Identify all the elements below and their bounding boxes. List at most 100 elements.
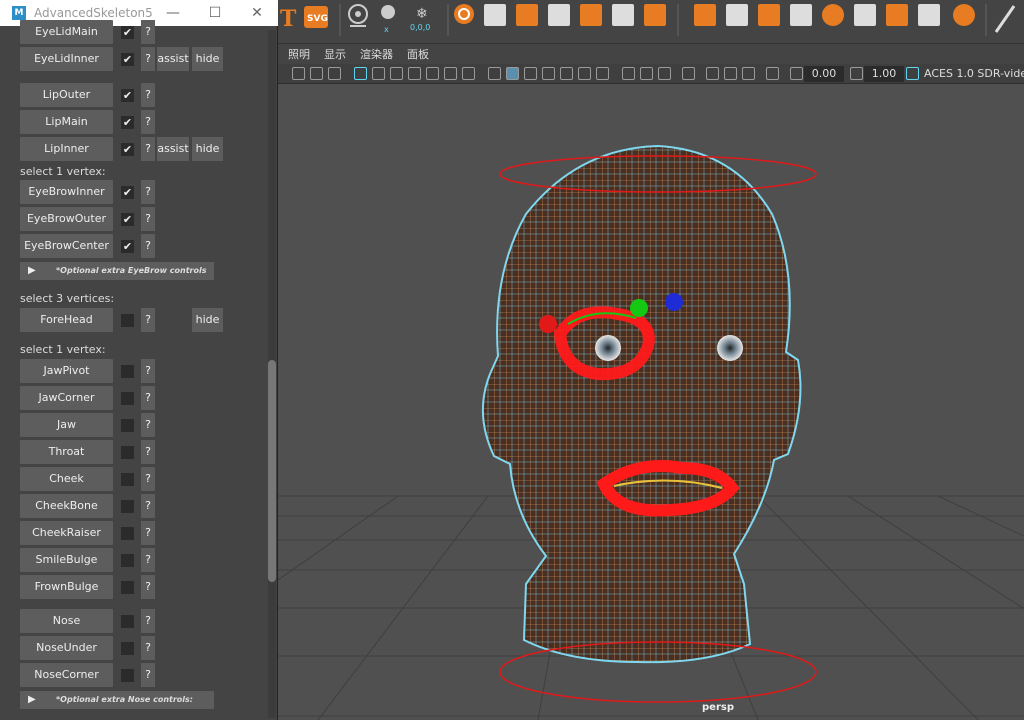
scrollbar-thumb[interactable] xyxy=(268,360,276,582)
type-icon[interactable]: T xyxy=(280,6,297,32)
lipinner-hide-button[interactable]: hide xyxy=(192,137,223,161)
eyebrow-outer-locator[interactable] xyxy=(539,315,557,333)
eyebrow-inner-locator[interactable] xyxy=(665,293,683,311)
smooth-icon[interactable] xyxy=(580,4,602,26)
safe-action-icon[interactable] xyxy=(444,67,457,80)
nosecorner-button[interactable]: NoseCorner xyxy=(20,663,113,687)
fill-hole-icon[interactable] xyxy=(854,4,876,26)
optional-eyebrow-controls-toggle[interactable]: ▶ *Optional extra EyeBrow controls xyxy=(20,262,214,280)
ambient-occlusion-icon[interactable] xyxy=(706,67,719,80)
resolution-gate-icon[interactable] xyxy=(390,67,403,80)
wireframe-on-shaded-icon[interactable] xyxy=(542,67,555,80)
view-transform-label[interactable]: ACES 1.0 SDR-vide xyxy=(924,67,1024,80)
jawpivot-checkbox[interactable] xyxy=(121,365,134,378)
eyebrowinner-button[interactable]: EyeBrowInner xyxy=(20,180,113,204)
smilebulge-help-button[interactable]: ? xyxy=(141,548,155,572)
eyelidmain-checkbox[interactable]: ✔ xyxy=(121,26,134,39)
extrude-icon[interactable] xyxy=(726,4,748,26)
pencil-icon[interactable] xyxy=(994,5,1016,33)
eyelidinner-help-button[interactable]: ? xyxy=(141,47,155,71)
lipouter-help-button[interactable]: ? xyxy=(141,83,155,107)
snowflake-icon[interactable]: ❄ 0,0,0 xyxy=(410,6,430,32)
lipmain-checkbox[interactable]: ✔ xyxy=(121,116,134,129)
cheekbone-checkbox[interactable] xyxy=(121,500,134,513)
noseunder-checkbox[interactable] xyxy=(121,642,134,655)
xray-joints-icon[interactable] xyxy=(640,67,653,80)
jaw-help-button[interactable]: ? xyxy=(141,413,155,437)
gamma-field[interactable]: 1.00 xyxy=(864,66,904,82)
film-gate-icon[interactable] xyxy=(372,67,385,80)
lipinner-help-button[interactable]: ? xyxy=(141,137,155,161)
eyebrowouter-button[interactable]: EyeBrowOuter xyxy=(20,207,113,231)
xray-components-icon[interactable] xyxy=(658,67,671,80)
eyelidmain-help-button[interactable]: ? xyxy=(141,20,155,44)
nosecorner-help-button[interactable]: ? xyxy=(141,663,155,687)
plane-icon[interactable] xyxy=(886,4,908,26)
menu-show[interactable]: 显示 xyxy=(324,46,346,62)
eyelidmain-button[interactable]: EyeLidMain xyxy=(20,20,113,44)
cheekraiser-help-button[interactable]: ? xyxy=(141,521,155,545)
cheek-button[interactable]: Cheek xyxy=(20,467,113,491)
menu-renderer[interactable]: 渲染器 xyxy=(360,46,393,62)
minimize-button[interactable]: — xyxy=(163,3,183,23)
throat-button[interactable]: Throat xyxy=(20,440,113,464)
globe-icon[interactable] xyxy=(953,4,975,26)
wheel-icon[interactable] xyxy=(822,4,844,26)
jawpivot-button[interactable]: JawPivot xyxy=(20,359,113,383)
camera-attributes-icon[interactable] xyxy=(310,67,323,80)
throat-help-button[interactable]: ? xyxy=(141,440,155,464)
wireframe-icon[interactable] xyxy=(488,67,501,80)
nose-button[interactable]: Nose xyxy=(20,609,113,633)
optional-nose-controls-toggle[interactable]: ▶ *Optional extra Nose controls: xyxy=(20,691,214,709)
gate-mask-icon[interactable] xyxy=(408,67,421,80)
frownbulge-checkbox[interactable] xyxy=(121,581,134,594)
jawcorner-checkbox[interactable] xyxy=(121,392,134,405)
nose-checkbox[interactable] xyxy=(121,615,134,628)
eyebrowouter-help-button[interactable]: ? xyxy=(141,207,155,231)
noseunder-help-button[interactable]: ? xyxy=(141,636,155,660)
merge-icon[interactable] xyxy=(790,4,812,26)
cheekraiser-checkbox[interactable] xyxy=(121,527,134,540)
separate-icon[interactable] xyxy=(516,4,538,26)
close-button[interactable]: ✕ xyxy=(247,3,267,23)
lipinner-button[interactable]: LipInner xyxy=(20,137,113,161)
exposure-field[interactable]: 0.00 xyxy=(804,66,844,82)
lipinner-checkbox[interactable]: ✔ xyxy=(121,143,134,156)
select-camera-icon[interactable] xyxy=(292,67,305,80)
smilebulge-checkbox[interactable] xyxy=(121,554,134,567)
persp-viewport[interactable]: persp xyxy=(278,84,1024,720)
jaw-checkbox[interactable] xyxy=(121,419,134,432)
gamma-icon[interactable] xyxy=(850,67,863,80)
color-management-icon[interactable] xyxy=(906,67,919,80)
lipinner-assist-button[interactable]: assist xyxy=(157,137,189,161)
eyebrowcenter-checkbox[interactable]: ✔ xyxy=(121,240,134,253)
lights-icon[interactable] xyxy=(578,67,591,80)
field-chart-icon[interactable] xyxy=(426,67,439,80)
menu-lighting[interactable]: 照明 xyxy=(288,46,310,62)
eyelidinner-checkbox[interactable]: ✔ xyxy=(121,53,134,66)
eyelidinner-button[interactable]: EyeLidInner xyxy=(20,47,113,71)
extract-icon[interactable] xyxy=(548,4,570,26)
center-pivot-icon[interactable] xyxy=(348,4,368,27)
jaw-button[interactable]: Jaw xyxy=(20,413,113,437)
forehead-button[interactable]: ForeHead xyxy=(20,308,113,332)
freeze-transform-icon[interactable]: x xyxy=(381,5,395,34)
eyebrowinner-checkbox[interactable]: ✔ xyxy=(121,186,134,199)
motion-blur-icon[interactable] xyxy=(724,67,737,80)
throat-checkbox[interactable] xyxy=(121,446,134,459)
grid-icon[interactable] xyxy=(354,67,367,80)
jawcorner-button[interactable]: JawCorner xyxy=(20,386,113,410)
mirror-icon[interactable] xyxy=(612,4,634,26)
safe-title-icon[interactable] xyxy=(462,67,475,80)
maximize-button[interactable]: ☐ xyxy=(205,3,225,23)
nose-help-button[interactable]: ? xyxy=(141,609,155,633)
sphere-icon[interactable] xyxy=(454,4,474,24)
svg-icon[interactable]: SVG xyxy=(304,6,328,28)
lipmain-button[interactable]: LipMain xyxy=(20,110,113,134)
frownbulge-button[interactable]: FrownBulge xyxy=(20,575,113,599)
default-material-icon[interactable] xyxy=(524,67,537,80)
eyebrowcenter-help-button[interactable]: ? xyxy=(141,234,155,258)
eyebrowcenter-button[interactable]: EyeBrowCenter xyxy=(20,234,113,258)
cheekraiser-button[interactable]: CheekRaiser xyxy=(20,521,113,545)
exposure-icon[interactable] xyxy=(790,67,803,80)
